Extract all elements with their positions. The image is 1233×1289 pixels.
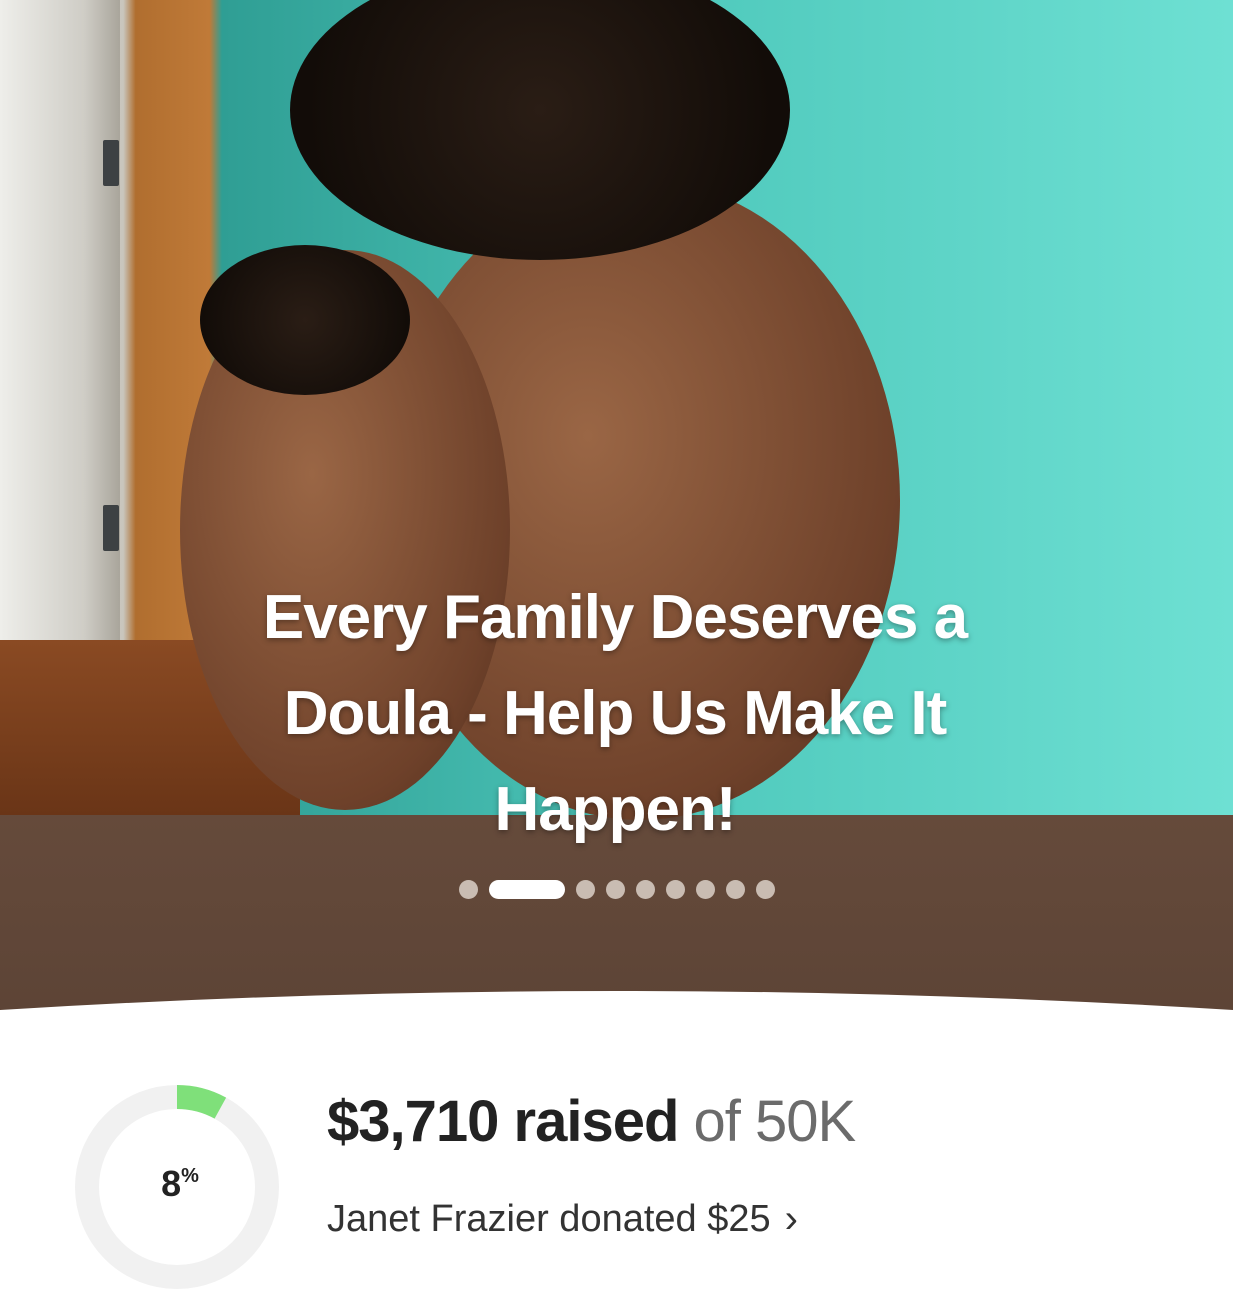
recent-donation-text: Janet Frazier donated $25	[327, 1198, 771, 1240]
title-line: Happen!	[494, 775, 737, 844]
recent-donation-link[interactable]: Janet Frazier donated $25 ›	[327, 1197, 798, 1242]
carousel-indicators[interactable]	[0, 879, 1233, 899]
raised-amount: $3,710 raised	[327, 1089, 679, 1154]
photo-hair	[200, 245, 410, 395]
raised-summary: $3,710 raised of 50K	[327, 1088, 857, 1155]
carousel-dot[interactable]	[458, 879, 478, 899]
progress-percent-value: 8	[161, 1163, 182, 1204]
carousel-dot[interactable]	[635, 879, 655, 899]
campaign-title: Every Family Deserves a Doula - Help Us …	[140, 570, 1090, 858]
carousel-dot[interactable]	[755, 879, 775, 899]
title-line: Doula - Help Us Make It	[283, 679, 948, 748]
progress-percent-sign: %	[181, 1165, 199, 1187]
campaign-hero[interactable]: Every Family Deserves a Doula - Help Us …	[0, 0, 1233, 1010]
carousel-dot[interactable]	[575, 879, 595, 899]
door-hinge	[103, 140, 119, 186]
goal-amount: of 50K	[693, 1089, 857, 1154]
carousel-dot[interactable]	[725, 879, 745, 899]
carousel-dot[interactable]	[605, 879, 625, 899]
progress-percent: 8%	[150, 1163, 210, 1205]
title-line: Every Family Deserves a	[262, 583, 968, 652]
carousel-dot-active[interactable]	[488, 879, 565, 899]
carousel-dot[interactable]	[665, 879, 685, 899]
hero-curve	[0, 991, 1233, 1038]
chevron-right-icon: ›	[784, 1197, 798, 1241]
carousel-dot[interactable]	[695, 879, 715, 899]
door-hinge	[103, 505, 119, 551]
